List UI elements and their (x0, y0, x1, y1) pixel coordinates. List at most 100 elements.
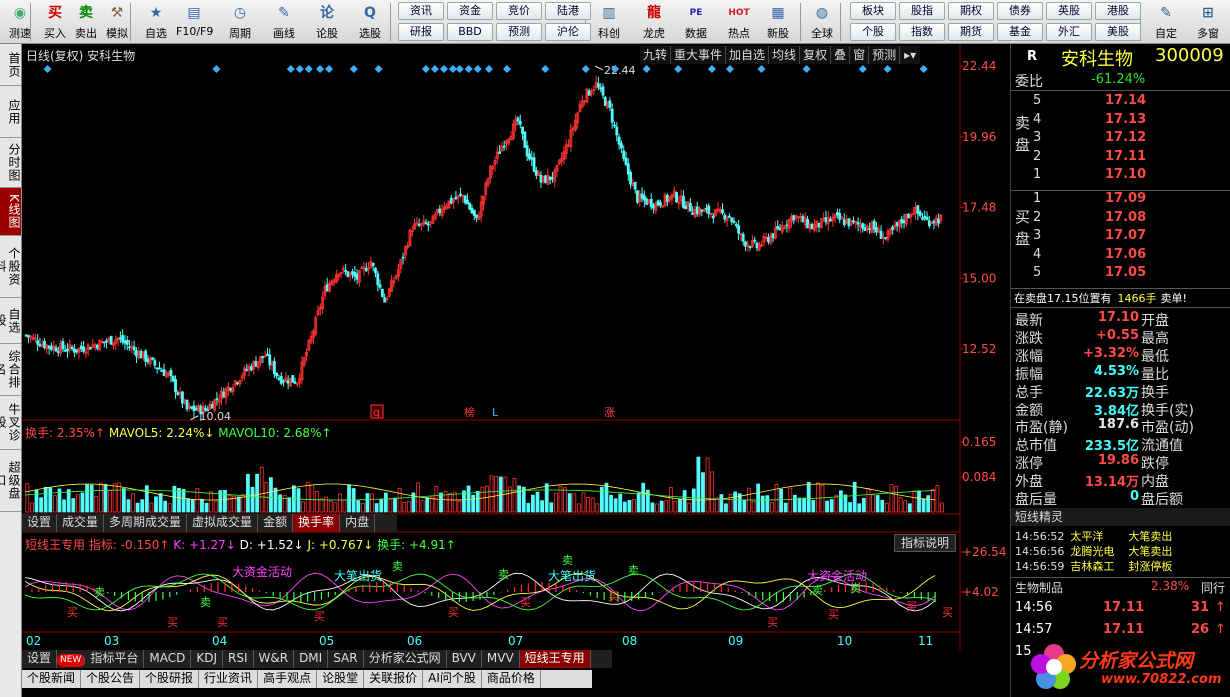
volume-bar (471, 494, 476, 513)
tab-NEW[interactable]: NEW (57, 654, 86, 667)
tab-成交量[interactable]: 成交量 (57, 514, 105, 532)
indicator-help-button[interactable]: 指标说明 (894, 534, 957, 552)
elf-row[interactable]: 14:56:56 龙腾光电 大笔卖出 (1015, 543, 1172, 559)
pill-板块[interactable]: 板块 (850, 2, 896, 20)
tab-个股公告[interactable]: 个股公告 (81, 670, 141, 688)
event-marker[interactable]: 榜 (464, 405, 475, 419)
全球-button[interactable]: ◍ 全球 (804, 2, 840, 42)
多窗-button[interactable]: ⊞ 多窗 (1190, 2, 1226, 42)
candle-body (932, 220, 936, 224)
pill-陆港[interactable]: 陆港 (545, 2, 591, 20)
pill-期权[interactable]: 期权 (948, 2, 994, 20)
tab-内盘[interactable]: 内盘 (340, 514, 376, 532)
tab-设置[interactable]: 设置 (22, 514, 58, 532)
volume-bar (287, 497, 292, 513)
pill-沪伦[interactable]: 沪伦 (545, 23, 591, 41)
tab-商品价格[interactable]: 商品价格 (482, 670, 541, 688)
kline-chart-area[interactable]: 日线(复权) 安科生物 九转 重大事件 加自选 均线 复权叠窗预测 ▸▾ 22.44 19.… (22, 44, 1007, 697)
side-tab-应用[interactable]: 应用 (0, 86, 21, 138)
龙虎-button[interactable]: 龍龙虎 (636, 2, 672, 42)
event-marker[interactable]: q (373, 406, 380, 419)
tab-个股新闻[interactable]: 个股新闻 (22, 670, 82, 688)
tab-DMI[interactable]: DMI (294, 650, 329, 668)
pill-外汇[interactable]: 外汇 (1046, 23, 1092, 41)
pill-美股[interactable]: 美股 (1095, 23, 1141, 41)
pill-个股[interactable]: 个股 (850, 23, 896, 41)
toolbar-label: 周期 (229, 27, 251, 40)
新股-button[interactable]: ▦ 新股 (760, 2, 796, 42)
tab-SAR[interactable]: SAR (328, 650, 364, 668)
pill-BBD[interactable]: BBD (447, 23, 493, 41)
side-tab-综合排名[interactable]: 综合排名 (0, 344, 21, 396)
自选-button[interactable]: ★ 自选 (138, 2, 174, 42)
tab-MACD[interactable]: MACD (144, 650, 192, 668)
tab-多周期成交量[interactable]: 多周期成交量 (104, 514, 188, 532)
extreme-label: 22.44 (604, 64, 636, 77)
candlestick-chart[interactable]: 22.44 19.96 17.48 15.00 12.52 22.44 10.04 q 榜 L 涨 0… (22, 44, 1007, 697)
tab-虚拟成交量[interactable]: 虚拟成交量 (187, 514, 259, 532)
科创-button[interactable]: ▥ 科创 (591, 2, 627, 42)
volume-bar (158, 493, 163, 513)
tab-设置[interactable]: 设置 (22, 650, 58, 668)
tab-换手率[interactable]: 换手率 (293, 514, 341, 532)
volume-bar (696, 456, 701, 513)
pill-港股[interactable]: 港股 (1095, 2, 1141, 20)
sector-row[interactable]: 生物制品 2.38% 同行 (1011, 577, 1230, 595)
volume-bar (834, 494, 839, 513)
pill-期货[interactable]: 期货 (948, 23, 994, 41)
tab-论股堂[interactable]: 论股堂 (317, 670, 365, 688)
热点-button[interactable]: HOT 热点 (721, 2, 757, 42)
tab-AI问个股[interactable]: AI问个股 (423, 670, 482, 688)
side-tab-牛叉诊股[interactable]: 牛叉诊股 (0, 396, 21, 450)
peer-button[interactable]: 同行 (1201, 579, 1225, 596)
side-tab-K线图[interactable]: K线图 (0, 188, 21, 236)
pill-研报[interactable]: 研报 (398, 23, 444, 41)
level-price: 17.11 (1105, 148, 1147, 164)
论股-button[interactable]: 论论股 (309, 2, 345, 42)
volume-bar (724, 503, 728, 513)
测速-button[interactable]: ◉ 测速 (2, 2, 38, 42)
pill-竞价[interactable]: 竞价 (496, 2, 542, 20)
tab-分析家公式网[interactable]: 分析家公式网 (364, 650, 447, 668)
event-marker[interactable]: 涨 (604, 406, 615, 419)
选股-button[interactable]: Q 选股 (352, 2, 388, 42)
side-tab-自选股[interactable]: 自选股 (0, 298, 21, 344)
pill-债券[interactable]: 债券 (997, 2, 1043, 20)
pill-英股[interactable]: 英股 (1046, 2, 1092, 20)
tab-W&R[interactable]: W&R (254, 650, 295, 668)
pill-预测[interactable]: 预测 (496, 23, 542, 41)
side-tab-分时图[interactable]: 分时图 (0, 138, 21, 188)
tab-RSI[interactable]: RSI (223, 650, 254, 668)
tab-指标平台[interactable]: 指标平台 (85, 650, 145, 668)
tab-行业资讯[interactable]: 行业资讯 (199, 670, 259, 688)
pill-指数[interactable]: 指数 (899, 23, 945, 41)
pill-资金[interactable]: 资金 (447, 2, 493, 20)
pill-基金[interactable]: 基金 (997, 23, 1043, 41)
volume-bar (806, 481, 811, 513)
elf-row[interactable]: 14:56:52 太平洋 大笔卖出 (1015, 528, 1172, 544)
tab-关联报价[interactable]: 关联报价 (364, 670, 424, 688)
side-tab-首页[interactable]: 首页 (0, 44, 21, 86)
tab-个股研报[interactable]: 个股研报 (140, 670, 200, 688)
pill-股指[interactable]: 股指 (899, 2, 945, 20)
tab-金额[interactable]: 金额 (258, 514, 294, 532)
画线-button[interactable]: ✎ 画线 (266, 2, 302, 42)
F10/F9-button[interactable]: ▤ F10/F9 (176, 2, 213, 42)
自定-button[interactable]: ✎ 自定 (1148, 2, 1184, 42)
数据-button[interactable]: PE 数据 (678, 2, 714, 42)
event-marker[interactable]: L (492, 406, 499, 419)
tab-高手观点[interactable]: 高手观点 (258, 670, 318, 688)
toolbar-label: 数据 (685, 27, 707, 40)
tab-KDJ[interactable]: KDJ (191, 650, 223, 668)
short-term-elf-title: 短线精灵 (1011, 508, 1230, 526)
elf-row[interactable]: 14:56:59 吉林森工 封涨停板 (1015, 558, 1172, 574)
level-number: 4 (1033, 246, 1042, 262)
side-tab-超级盘口[interactable]: 超级盘口 (0, 450, 21, 512)
周期-button[interactable]: ◷ 周期 (222, 2, 258, 42)
tab-BVV[interactable]: BVV (447, 650, 482, 668)
tab-MVV[interactable]: MVV (482, 650, 520, 668)
tab-短线王专用[interactable]: 短线王专用 (519, 650, 591, 668)
candle-body (737, 225, 741, 234)
pill-资讯[interactable]: 资讯 (398, 2, 444, 20)
side-tab-个股资料[interactable]: 个股资料 (0, 236, 21, 298)
